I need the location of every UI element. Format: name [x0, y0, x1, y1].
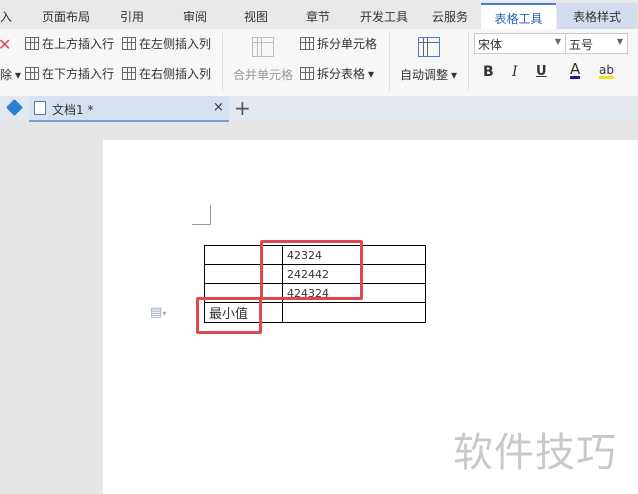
highlight-button[interactable]: ab [599, 64, 614, 79]
divider [389, 33, 390, 91]
insert-left-label: 在左侧插入列 [139, 37, 212, 51]
auto-fit-button[interactable]: 自动调整 ▾ [400, 66, 457, 83]
new-tab-button[interactable]: + [234, 96, 251, 120]
insert-below-button[interactable]: 在下方插入行 [25, 65, 114, 82]
ribbon: ✕ 除 ▾ 在上方插入行 在下方插入行 在左侧插入列 在右侧插入列 合并单元格 拆… [0, 29, 638, 96]
close-tab-button[interactable]: × [213, 100, 224, 115]
insert-left-button[interactable]: 在左侧插入列 [122, 35, 211, 52]
insert-col-right-icon [122, 67, 136, 80]
insert-above-label: 在上方插入行 [42, 37, 115, 51]
delete-button[interactable]: 除 ▾ [0, 66, 21, 83]
divider [468, 33, 469, 91]
insert-above-button[interactable]: 在上方插入行 [25, 35, 114, 52]
menu-table-style[interactable]: 表格样式 [557, 3, 637, 29]
insert-row-below-icon [25, 67, 39, 80]
divider [222, 33, 223, 91]
auto-fit-label: 自动调整 [400, 68, 449, 82]
menu-view[interactable]: 视图 [244, 8, 268, 25]
auto-fit-icon [418, 37, 440, 57]
merge-cells-button[interactable]: 合并单元格 [233, 66, 293, 83]
document-tab[interactable]: 文档1 * × [29, 96, 229, 122]
highlight-box [260, 240, 363, 300]
delete-label: 除 [0, 68, 13, 82]
menu-table-tools[interactable]: 表格工具 [481, 3, 556, 29]
split-table-icon [300, 67, 314, 80]
table-cell[interactable] [204, 264, 261, 284]
font-size-value: 五号 [569, 38, 594, 52]
menu-page-layout[interactable]: 页面布局 [42, 8, 90, 25]
insert-right-label: 在右侧插入列 [139, 67, 212, 81]
font-color-button[interactable]: A [570, 62, 581, 79]
menu-bar: 入 页面布局 引用 审阅 视图 章节 开发工具 云服务 表格工具 表格样式 [0, 0, 638, 29]
document-tab-bar: 文档1 * × + [0, 96, 638, 122]
split-table-button[interactable]: 拆分表格 ▾ [300, 65, 374, 82]
merge-cells-icon [252, 37, 274, 57]
paste-options-icon[interactable]: ▤▾ [150, 305, 166, 320]
font-size-select[interactable]: 五号 ▼ [565, 33, 628, 54]
table-cell[interactable] [260, 302, 283, 323]
split-cells-button[interactable]: 拆分单元格 [300, 35, 377, 52]
split-cells-icon [300, 37, 314, 50]
table-cell[interactable] [204, 245, 261, 265]
document-icon [34, 101, 46, 115]
underline-button[interactable]: U [536, 64, 547, 79]
split-cells-label: 拆分单元格 [317, 37, 378, 51]
split-table-label: 拆分表格 [317, 67, 366, 81]
insert-row-above-icon [25, 37, 39, 50]
bold-button[interactable]: B [483, 64, 494, 80]
insert-right-button[interactable]: 在右侧插入列 [122, 65, 211, 82]
menu-references[interactable]: 引用 [120, 8, 144, 25]
highlight-box [196, 297, 262, 334]
menu-cloud[interactable]: 云服务 [432, 8, 468, 25]
table-cell[interactable] [282, 302, 426, 323]
margin-marker [192, 205, 211, 225]
document-title: 文档1 * [52, 103, 94, 117]
chevron-down-icon: ▼ [554, 37, 561, 46]
watermark: 软件技巧 [453, 430, 617, 476]
app-logo-icon [6, 99, 23, 116]
menu-insert[interactable]: 入 [0, 8, 12, 25]
font-name-value: 宋体 [478, 38, 503, 52]
insert-col-left-icon [122, 37, 136, 50]
delete-icon: ✕ [0, 35, 12, 54]
menu-developer[interactable]: 开发工具 [360, 8, 408, 25]
menu-section[interactable]: 章节 [306, 8, 330, 25]
italic-button[interactable]: I [512, 64, 518, 80]
chevron-down-icon: ▼ [616, 37, 623, 46]
insert-below-label: 在下方插入行 [42, 67, 115, 81]
menu-review[interactable]: 审阅 [183, 8, 207, 25]
font-name-select[interactable]: 宋体 ▼ [474, 33, 566, 54]
